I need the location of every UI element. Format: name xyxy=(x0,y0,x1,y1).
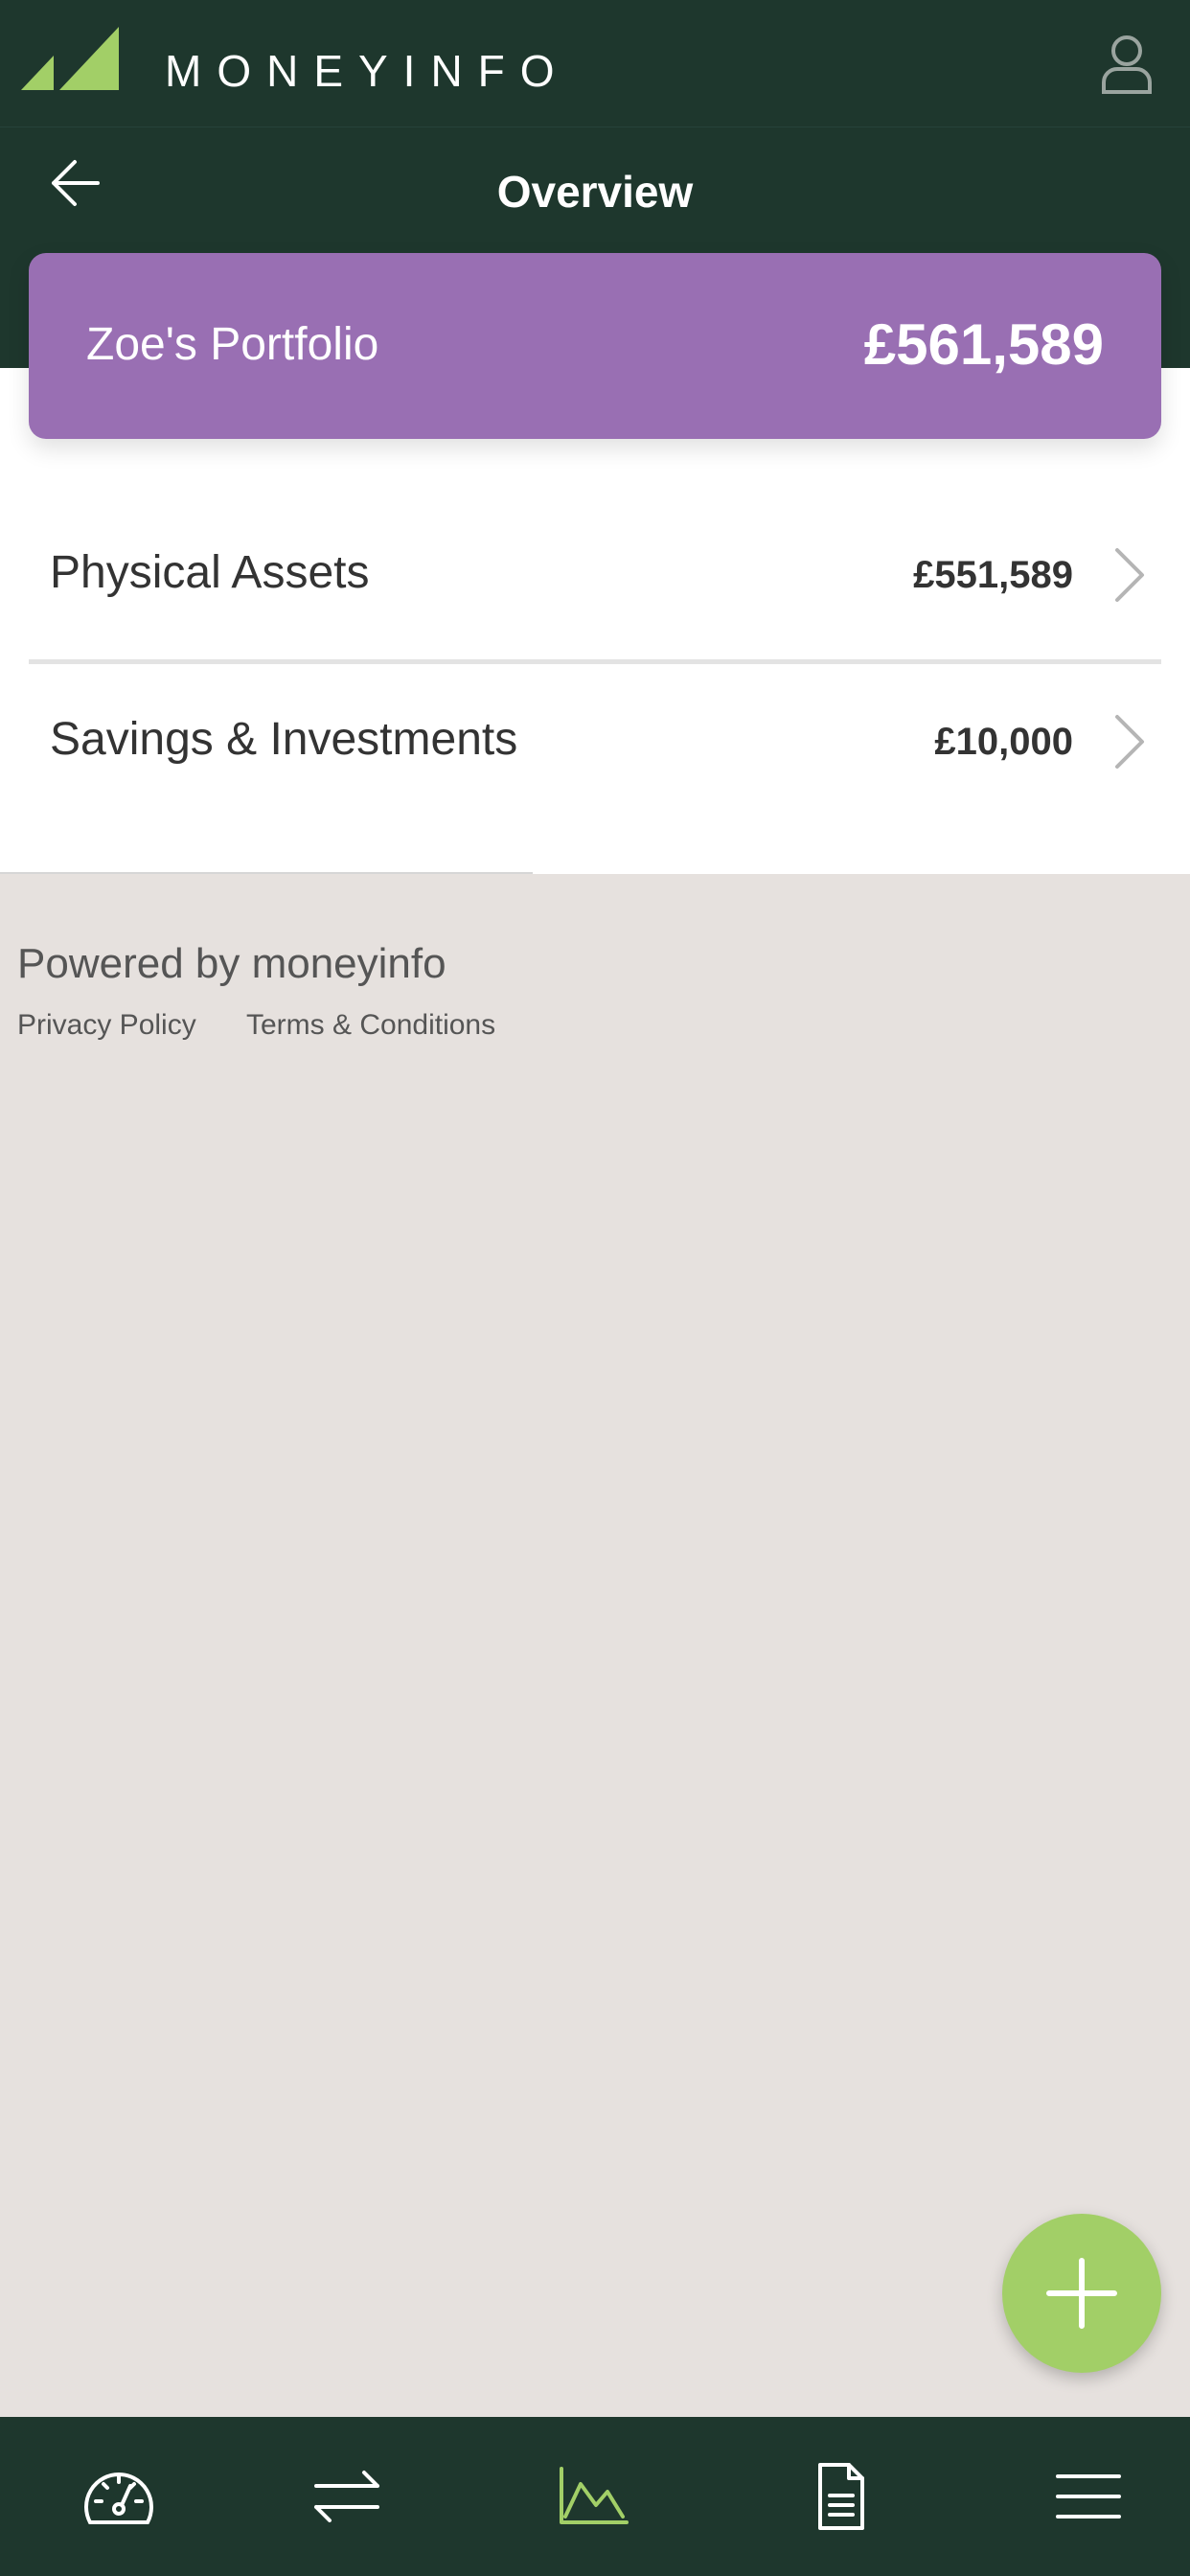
portfolio-card: Zoe's Portfolio £561,589 xyxy=(29,253,1161,439)
chevron-right-icon xyxy=(1115,548,1144,602)
nav-documents[interactable] xyxy=(722,2417,960,2576)
page-title: Overview xyxy=(496,167,694,217)
category-row-physical-assets[interactable]: Physical Assets £551,589 xyxy=(29,504,1161,648)
nav-dashboard[interactable] xyxy=(0,2417,238,2576)
category-label: Savings & Investments xyxy=(50,714,518,765)
menu-icon xyxy=(1056,2474,1121,2518)
plus-icon xyxy=(1046,2258,1117,2329)
user-icon[interactable] xyxy=(1100,34,1154,94)
row-divider xyxy=(29,659,1161,664)
document-icon xyxy=(818,2463,864,2530)
brand-name: MONEYINFO xyxy=(165,46,570,96)
terms-conditions-link[interactable]: Terms & Conditions xyxy=(246,1006,495,1045)
chevron-right-icon xyxy=(1115,715,1144,769)
portfolio-name: Zoe's Portfolio xyxy=(86,319,379,370)
category-label: Physical Assets xyxy=(50,547,370,598)
transactions-arrows-icon xyxy=(314,2471,379,2522)
dashboard-gauge-icon xyxy=(84,2472,153,2524)
portfolio-total: £561,589 xyxy=(863,312,1104,377)
privacy-policy-link[interactable]: Privacy Policy xyxy=(17,1006,196,1045)
powered-by-text: Powered by moneyinfo xyxy=(17,940,446,987)
nav-menu[interactable] xyxy=(970,2417,1190,2576)
category-row-savings-investments[interactable]: Savings & Investments £10,000 xyxy=(29,671,1161,815)
chart-icon xyxy=(560,2467,629,2524)
add-button[interactable] xyxy=(1002,2214,1161,2373)
moneyinfo-logo-icon xyxy=(21,27,119,90)
nav-transactions[interactable] xyxy=(228,2417,466,2576)
category-value: £10,000 xyxy=(934,721,1073,763)
bottom-navigation xyxy=(0,2417,1190,2576)
nav-portfolio-chart[interactable] xyxy=(475,2417,713,2576)
top-bar: MONEYINFO xyxy=(0,0,1190,126)
category-value: £551,589 xyxy=(913,554,1073,596)
content-divider xyxy=(0,872,533,874)
